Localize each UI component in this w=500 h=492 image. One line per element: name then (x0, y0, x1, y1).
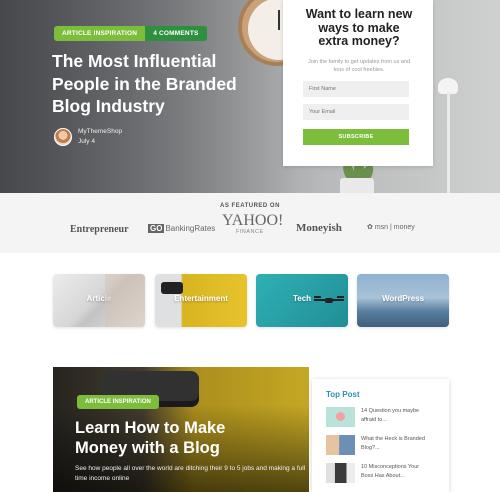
category-label: WordPress (381, 294, 425, 303)
subscribe-description: Join the family to get updates from us a… (307, 58, 411, 73)
top-post-item[interactable]: 10 Misconceptions Your Boss Has About... (326, 463, 449, 483)
post-thumbnail[interactable] (326, 435, 355, 455)
category-card-entertainment[interactable]: Entertainment (155, 274, 247, 327)
post-date: July 4 (78, 138, 95, 145)
yahoo-finance-text: FINANCE (236, 229, 264, 235)
hero-title[interactable]: The Most Influential People in the Brand… (52, 50, 272, 118)
hero-badges: Article Inspiration 4 Comments (54, 26, 207, 41)
top-post-title[interactable]: 14 Question you maybe affraid to... (361, 407, 431, 425)
email-field[interactable] (303, 103, 409, 120)
category-card-wordpress[interactable]: WordPress (357, 274, 449, 327)
yahoo-logo: YAHOO! (222, 212, 284, 229)
top-post-widget: Top Post 14 Question you maybe affraid t… (312, 379, 449, 492)
moneyish-logo: Moneyish (296, 222, 342, 234)
top-post-heading: Top Post (326, 390, 360, 399)
subscribe-button[interactable]: Subscribe (303, 128, 409, 145)
featured-on-title: AS FEATURED ON (220, 203, 280, 209)
butterfly-icon: ✿ (367, 224, 373, 231)
subscribe-title: Want to learn new ways to make extra mon… (305, 7, 413, 48)
author-meta: MyThemeShop July 4 (54, 127, 122, 147)
top-post-title[interactable]: 10 Misconceptions Your Boss Has About... (361, 463, 431, 481)
lamp-image (436, 78, 462, 193)
bankingrates-text: BankingRates (165, 224, 216, 233)
top-post-item[interactable]: What the Heck is Branded Blog?... (326, 435, 449, 455)
category-badge[interactable]: Article Inspiration (77, 395, 159, 409)
category-label: Tech (292, 294, 312, 303)
category-card-tech[interactable]: Tech (256, 274, 348, 327)
category-card-article[interactable]: Article (53, 274, 145, 327)
first-name-field[interactable] (303, 80, 409, 97)
author-name[interactable]: MyThemeShop (78, 127, 122, 137)
feature-post-excerpt: See how people all over the world are di… (75, 465, 306, 482)
feature-post-card[interactable]: Article Inspiration Learn How to Make Mo… (53, 367, 309, 492)
go-mark: GO (148, 224, 165, 233)
post-thumbnail[interactable] (326, 407, 355, 427)
feature-post-title[interactable]: Learn How to Make Money with a Blog (75, 418, 275, 458)
category-label: Entertainment (174, 294, 228, 303)
post-thumbnail[interactable] (326, 463, 355, 483)
category-badge[interactable]: Article Inspiration (54, 26, 146, 41)
vr-headset-image (161, 282, 183, 294)
msn-money-logo: ✿ msn | money (367, 223, 415, 231)
top-post-item[interactable]: 14 Question you maybe affraid to... (326, 407, 449, 427)
entrepreneur-logo: Entrepreneur (70, 224, 129, 235)
category-label: Article (86, 294, 112, 303)
top-post-title[interactable]: What the Heck is Branded Blog?... (361, 435, 431, 453)
featured-on-section: AS FEATURED ON Entrepreneur GO BankingRat… (0, 193, 500, 253)
msn-money-text: msn | money (374, 224, 415, 231)
subscribe-widget: Want to learn new ways to make extra mon… (283, 0, 433, 166)
comments-badge[interactable]: 4 Comments (145, 26, 207, 41)
avatar[interactable] (54, 128, 72, 146)
gobankingrates-logo: GO BankingRates (148, 224, 215, 233)
